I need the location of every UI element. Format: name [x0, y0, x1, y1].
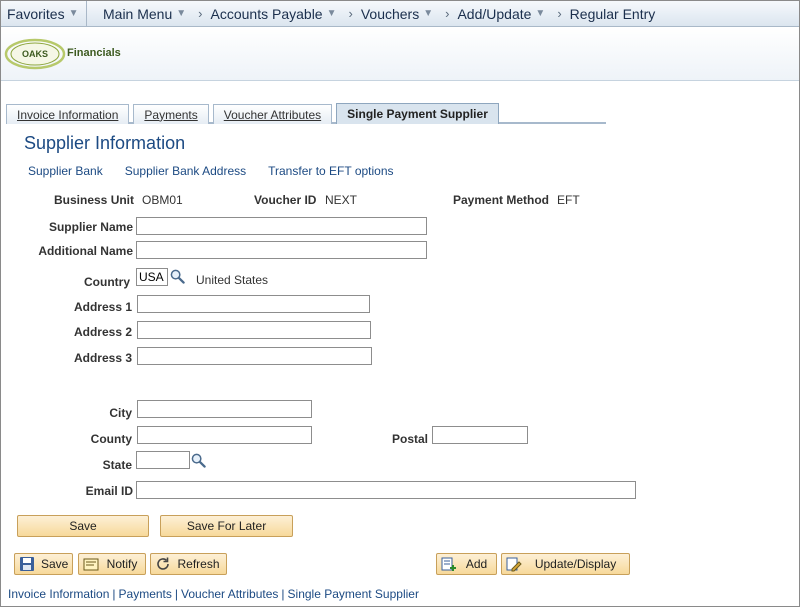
breadcrumb-separator-icon: › — [557, 6, 562, 21]
section-links: Supplier Bank Supplier Bank Address Tran… — [28, 164, 416, 178]
page-title: Supplier Information — [24, 133, 186, 153]
address1-input[interactable] — [137, 295, 370, 313]
voucher-id-value: NEXT — [325, 193, 358, 207]
bottom-link-single-payment-supplier[interactable]: Single Payment Supplier — [288, 587, 419, 601]
toolbar-save-label: Save — [41, 557, 69, 571]
update-display-icon — [506, 556, 522, 572]
floppy-disk-icon — [19, 556, 35, 572]
supplier-name-input[interactable] — [136, 217, 427, 235]
refresh-icon — [155, 556, 171, 572]
notify-icon — [83, 556, 99, 572]
city-label: City — [109, 406, 132, 420]
breadcrumb-separator-icon: › — [445, 6, 450, 21]
tab-single-payment-supplier[interactable]: Single Payment Supplier — [336, 103, 499, 124]
tab-label: Voucher Attributes — [223, 107, 322, 122]
refresh-label: Refresh — [177, 557, 220, 571]
address2-input[interactable] — [137, 321, 371, 339]
add-button[interactable]: Add — [436, 553, 497, 575]
country-description: United States — [196, 273, 269, 287]
tab-label: Invoice Information — [17, 107, 119, 122]
save-for-later-button[interactable]: Save For Later — [160, 515, 293, 537]
tab-invoice-information[interactable]: Invoice Information — [6, 104, 130, 124]
tab-voucher-attributes[interactable]: Voucher Attributes — [212, 104, 333, 124]
chevron-down-icon: ▼ — [535, 8, 546, 19]
email-input[interactable] — [136, 481, 636, 499]
bottom-link-payments[interactable]: Payments — [119, 587, 172, 601]
bottom-link-invoice-information[interactable]: Invoice Information — [8, 587, 109, 601]
business-unit-label: Business Unit — [54, 193, 135, 207]
save-button[interactable]: Save — [17, 515, 149, 537]
favorites-label: Favorites — [7, 5, 65, 22]
favorites-menu[interactable]: Favorites ▼ — [1, 1, 87, 26]
address3-input[interactable] — [137, 347, 372, 365]
additional-name-input[interactable] — [136, 241, 427, 259]
search-icon[interactable] — [170, 269, 185, 284]
chevron-down-icon: ▼ — [176, 8, 187, 19]
breadcrumb-separator-icon: › — [348, 6, 353, 21]
state-input[interactable] — [136, 451, 190, 469]
city-input[interactable] — [137, 400, 312, 418]
county-input[interactable] — [137, 426, 312, 444]
tab-label: Single Payment Supplier — [347, 107, 488, 121]
logo-word: OAKS — [22, 49, 48, 59]
link-separator: | — [112, 587, 116, 601]
update-display-button[interactable]: Update/Display — [501, 553, 630, 575]
transfer-to-eft-link[interactable]: Transfer to EFT options — [268, 164, 393, 178]
payment-method-value: EFT — [557, 193, 580, 207]
page-tabs: Invoice Information Payments Voucher Att… — [6, 102, 503, 124]
add-icon — [441, 556, 457, 572]
bottom-link-voucher-attributes[interactable]: Voucher Attributes — [181, 587, 278, 601]
link-separator: | — [174, 587, 178, 601]
address2-label: Address 2 — [73, 325, 132, 339]
add-label: Add — [465, 557, 488, 571]
breadcrumb-label: Accounts Payable — [210, 5, 323, 22]
business-unit-value: OBM01 — [142, 193, 183, 207]
address3-label: Address 3 — [73, 351, 132, 365]
postal-input[interactable] — [432, 426, 528, 444]
email-label: Email ID — [85, 484, 133, 498]
tab-label: Payments — [144, 107, 198, 122]
refresh-button[interactable]: Refresh — [150, 553, 227, 575]
country-label: Country — [84, 275, 130, 289]
state-label: State — [102, 458, 132, 472]
bottom-page-links: Invoice Information | Payments | Voucher Att… — [8, 587, 419, 601]
logo-text: Financials — [67, 47, 121, 59]
payment-method-label: Payment Method — [453, 193, 550, 207]
county-label: County — [90, 432, 132, 446]
supplier-name-label: Supplier Name — [48, 220, 133, 234]
breadcrumb-vouchers[interactable]: Vouchers ▼ — [361, 6, 433, 22]
breadcrumb-label: Vouchers — [360, 5, 420, 22]
update-display-label: Update/Display — [534, 557, 617, 571]
breadcrumb-accounts-payable[interactable]: Accounts Payable ▼ — [211, 6, 337, 22]
breadcrumb-label: Regular Entry — [569, 5, 656, 22]
chevron-down-icon: ▼ — [326, 8, 337, 19]
chevron-down-icon: ▼ — [423, 8, 434, 19]
postal-label: Postal — [391, 432, 428, 446]
tab-payments[interactable]: Payments — [133, 104, 209, 124]
breadcrumb-label: Add/Update — [457, 5, 532, 22]
link-separator: | — [281, 587, 285, 601]
chevron-down-icon: ▼ — [68, 8, 79, 19]
breadcrumb-add-update[interactable]: Add/Update ▼ — [457, 6, 545, 22]
supplier-bank-link[interactable]: Supplier Bank — [28, 164, 103, 178]
oaks-logo: OAKS — [4, 38, 66, 70]
notify-button[interactable]: Notify — [78, 553, 146, 575]
top-navigation: Favorites ▼ Main Menu ▼ › Accounts Payable… — [1, 1, 799, 27]
supplier-bank-address-link[interactable]: Supplier Bank Address — [125, 164, 246, 178]
toolbar-save-button[interactable]: Save — [14, 553, 73, 575]
country-input[interactable] — [136, 268, 168, 286]
breadcrumb-separator-icon: › — [198, 6, 203, 21]
voucher-id-label: Voucher ID — [254, 193, 317, 207]
search-icon[interactable] — [191, 453, 206, 468]
main-menu-label: Main Menu — [103, 5, 173, 22]
address1-label: Address 1 — [73, 300, 132, 314]
branding-bar: OAKS Financials — [1, 27, 799, 81]
notify-label: Notify — [106, 557, 138, 571]
main-menu[interactable]: Main Menu ▼ — [87, 6, 186, 22]
additional-name-label: Additional Name — [38, 244, 133, 258]
breadcrumb-regular-entry[interactable]: Regular Entry — [570, 6, 656, 22]
